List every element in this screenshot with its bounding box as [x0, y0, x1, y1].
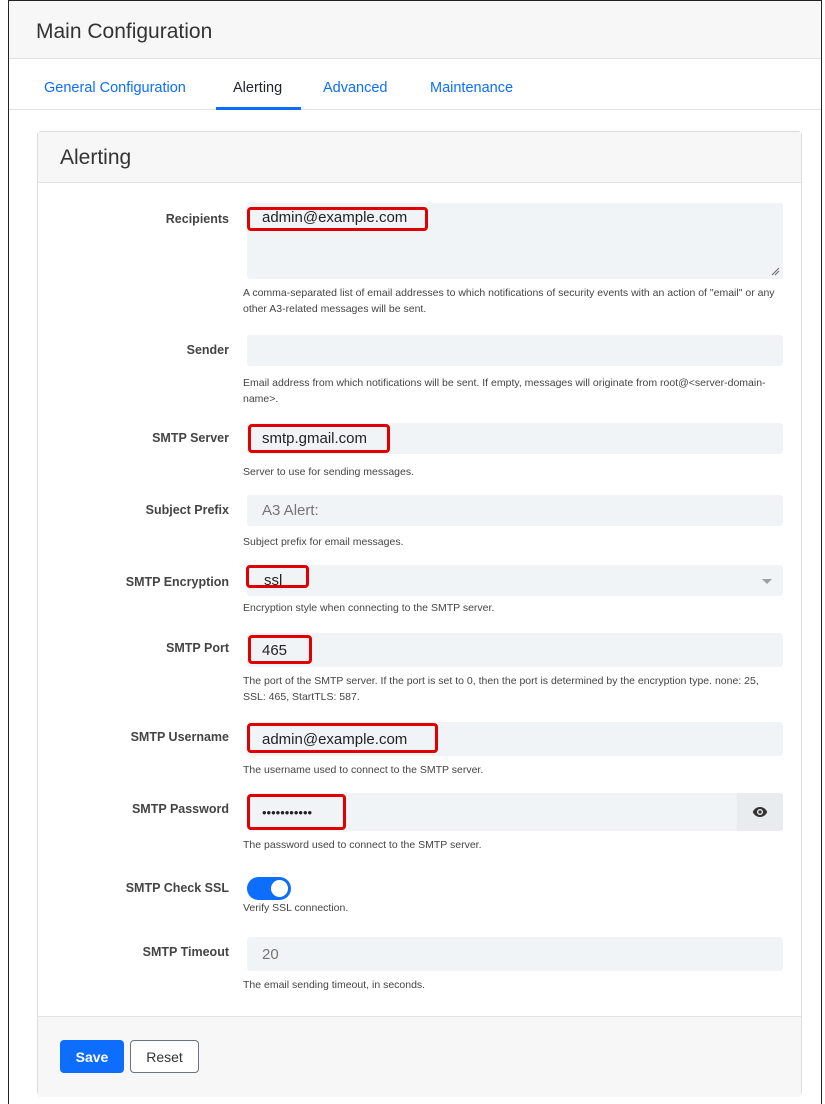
recipients-highlight — [247, 207, 428, 231]
section-title: Alerting — [60, 146, 132, 169]
smtp-port-input[interactable] — [247, 633, 783, 667]
smtp-username-highlight — [247, 723, 438, 753]
smtp-password-help: The password used to connect to the SMTP… — [243, 839, 482, 851]
tab-advanced[interactable]: Advanced — [323, 80, 388, 96]
tab-bar: General Configuration Alerting Advanced … — [9, 59, 821, 110]
smtp-password-highlight — [247, 794, 346, 830]
smtp-check-ssl-label: SMTP Check SSL — [125, 881, 229, 895]
smtp-check-ssl-toggle[interactable] — [247, 877, 291, 900]
smtp-username-label: SMTP Username — [130, 730, 229, 744]
smtp-server-highlight — [248, 424, 390, 453]
subject-prefix-help: Subject prefix for email messages. — [243, 536, 404, 548]
sender-help: Email address from which notifications w… — [243, 377, 766, 405]
smtp-timeout-label: SMTP Timeout — [142, 945, 229, 959]
eye-icon — [752, 807, 768, 817]
smtp-port-help: The port of the SMTP server. If the port… — [243, 675, 759, 703]
tab-maintenance[interactable]: Maintenance — [430, 80, 513, 96]
smtp-port-highlight — [248, 635, 312, 664]
app-frame: Main Configuration General Configuration… — [8, 0, 822, 1104]
main-header: Main Configuration — [9, 1, 821, 59]
smtp-timeout-help: The email sending timeout, in seconds. — [243, 979, 426, 991]
card-footer: Save Reset — [38, 1016, 801, 1097]
recipients-help: A comma-separated list of email addresse… — [243, 287, 775, 315]
smtp-encryption-label: SMTP Encryption — [125, 575, 229, 589]
reset-button[interactable]: Reset — [130, 1040, 199, 1073]
smtp-encryption-select[interactable]: ssl — [247, 565, 783, 596]
card-header: Alerting — [38, 132, 801, 183]
tab-alerting[interactable]: Alerting — [233, 80, 282, 96]
smtp-encryption-help: Encryption style when connecting to the … — [243, 602, 495, 614]
smtp-server-help: Server to use for sending messages. — [243, 466, 415, 478]
smtp-password-label: SMTP Password — [131, 802, 229, 816]
smtp-port-label: SMTP Port — [166, 641, 229, 655]
resize-grip-icon[interactable] — [771, 267, 780, 276]
tab-general-configuration[interactable]: General Configuration — [44, 80, 186, 96]
save-button[interactable]: Save — [60, 1040, 124, 1073]
subject-prefix-input[interactable] — [247, 495, 783, 526]
toggle-knob — [271, 880, 288, 897]
subject-prefix-label: Subject Prefix — [145, 503, 229, 517]
smtp-server-label: SMTP Server — [152, 431, 229, 445]
password-visibility-button[interactable] — [737, 793, 783, 831]
active-tab-indicator — [216, 107, 301, 110]
alerting-card: Alerting Recipients admin@example.com A … — [37, 131, 802, 1097]
sender-input[interactable] — [247, 335, 783, 366]
caret-down-icon — [762, 579, 772, 584]
smtp-username-help: The username used to connect to the SMTP… — [243, 764, 484, 776]
sender-label: Sender — [186, 343, 229, 357]
page-title: Main Configuration — [36, 20, 213, 43]
smtp-timeout-input[interactable] — [247, 937, 783, 971]
smtp-check-ssl-help: Verify SSL connection. — [243, 902, 349, 914]
smtp-encryption-highlight — [246, 565, 309, 588]
recipients-label: Recipients — [165, 212, 229, 226]
